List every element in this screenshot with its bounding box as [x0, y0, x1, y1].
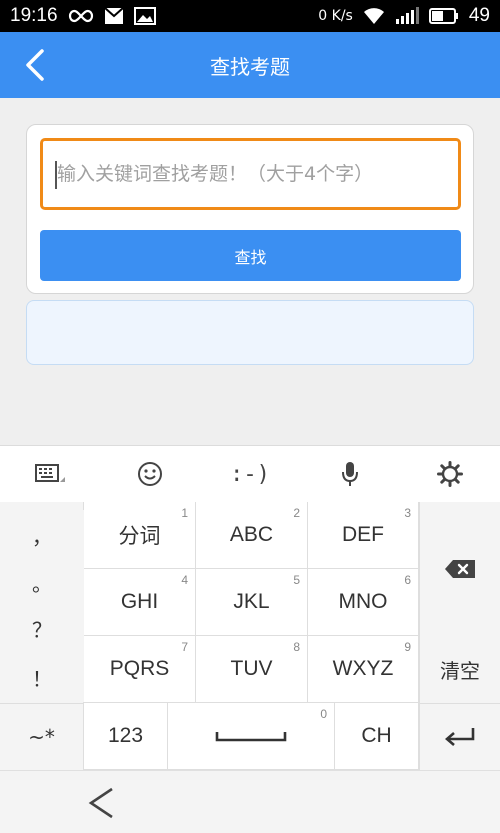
key-5-number: 5 [293, 573, 300, 587]
key-2-label: ABC [229, 523, 274, 546]
infinity-icon [68, 9, 94, 23]
network-speed: 0 K/s [318, 8, 353, 24]
key-3-number: 3 [404, 506, 411, 520]
status-time: 19:16 [10, 5, 58, 26]
key-7-label: PQRS [109, 657, 170, 680]
signal-icon [395, 7, 419, 25]
search-input[interactable] [40, 138, 461, 210]
nav-back-button[interactable] [86, 785, 120, 821]
key-7-number: 7 [181, 640, 188, 654]
key-5-label: JKL [233, 590, 270, 613]
key-6-number: 6 [404, 573, 411, 587]
system-nav-bar [0, 770, 500, 833]
key-4[interactable]: GHI 4 [84, 569, 196, 636]
key-1-number: 1 [181, 506, 188, 520]
chevron-left-icon [26, 49, 44, 81]
battery-icon [428, 7, 459, 25]
key-6-label: MNO [338, 590, 388, 613]
key-7[interactable]: PQRS 7 [84, 636, 196, 703]
page-title: 查找考题 [210, 54, 290, 79]
key-9-label: WXYZ [332, 657, 394, 680]
space-key[interactable]: 0 [168, 703, 335, 770]
results-panel [26, 300, 474, 365]
emoticon-label: :-) [230, 461, 270, 487]
keyboard-switch-icon [35, 464, 65, 482]
numbers-key[interactable]: 123 [84, 703, 168, 770]
image-icon [133, 7, 156, 25]
punct-question-key[interactable]: ？ [0, 604, 84, 652]
punctuation-column: ， 。 ？ ！ [0, 502, 84, 703]
battery-level: 49 [468, 5, 490, 26]
key-1[interactable]: 分词 1 [84, 502, 196, 569]
key-3-label: DEF [342, 523, 384, 546]
keyboard-toolbar: :-) [0, 445, 500, 502]
key-9-number: 9 [404, 640, 411, 654]
settings-button[interactable] [400, 446, 500, 502]
search-card: 查找 [26, 124, 474, 294]
key-3[interactable]: DEF 3 [308, 502, 419, 569]
clear-key[interactable]: 清空 [419, 636, 500, 703]
key-8-label: TUV [230, 657, 273, 680]
key-4-number: 4 [181, 573, 188, 587]
backspace-key[interactable] [419, 502, 500, 636]
gmail-icon [103, 7, 124, 25]
enter-icon [445, 728, 475, 746]
key-2[interactable]: ABC 2 [196, 502, 308, 569]
search-button[interactable]: 查找 [40, 230, 461, 281]
key-1-label: 分词 [118, 525, 161, 548]
voice-input-button[interactable] [300, 446, 400, 502]
emoticon-button[interactable]: :-) [200, 446, 300, 502]
emoji-button[interactable] [100, 446, 200, 502]
microphone-icon [342, 462, 358, 486]
key-5[interactable]: JKL 5 [196, 569, 308, 636]
numbers-key-label: 123 [107, 724, 144, 747]
key-6[interactable]: MNO 6 [308, 569, 419, 636]
t9-keyboard: ， 。 ？ ！ 分词 1 ABC 2 DEF 3 GHI 4 JKL 5 MNO… [0, 502, 500, 770]
app-header: 查找考题 [0, 32, 500, 98]
triangle-back-icon [88, 787, 113, 819]
key-8[interactable]: TUV 8 [196, 636, 308, 703]
space-key-number: 0 [320, 707, 327, 721]
backspace-icon [445, 560, 475, 578]
punct-period-key[interactable]: 。 [0, 558, 84, 606]
settings-icon [437, 461, 463, 487]
emoji-icon [138, 462, 162, 486]
key-2-number: 2 [293, 506, 300, 520]
status-bar: 19:16 0 K/s 49 [0, 0, 500, 32]
key-8-number: 8 [293, 640, 300, 654]
key-9[interactable]: WXYZ 9 [308, 636, 419, 703]
keyboard-switch-button[interactable] [0, 446, 100, 502]
symbols-key[interactable]: ~* [0, 703, 84, 770]
punct-comma-key[interactable]: ， [0, 510, 84, 560]
space-bar-icon [215, 732, 287, 742]
language-key[interactable]: CH [335, 703, 419, 770]
key-4-label: GHI [120, 590, 159, 613]
enter-key[interactable] [419, 703, 500, 770]
text-cursor [55, 161, 57, 189]
punct-exclaim-key[interactable]: ！ [0, 652, 84, 702]
language-key-label: CH [361, 724, 392, 747]
wifi-icon [363, 7, 385, 25]
back-button[interactable] [22, 48, 52, 82]
